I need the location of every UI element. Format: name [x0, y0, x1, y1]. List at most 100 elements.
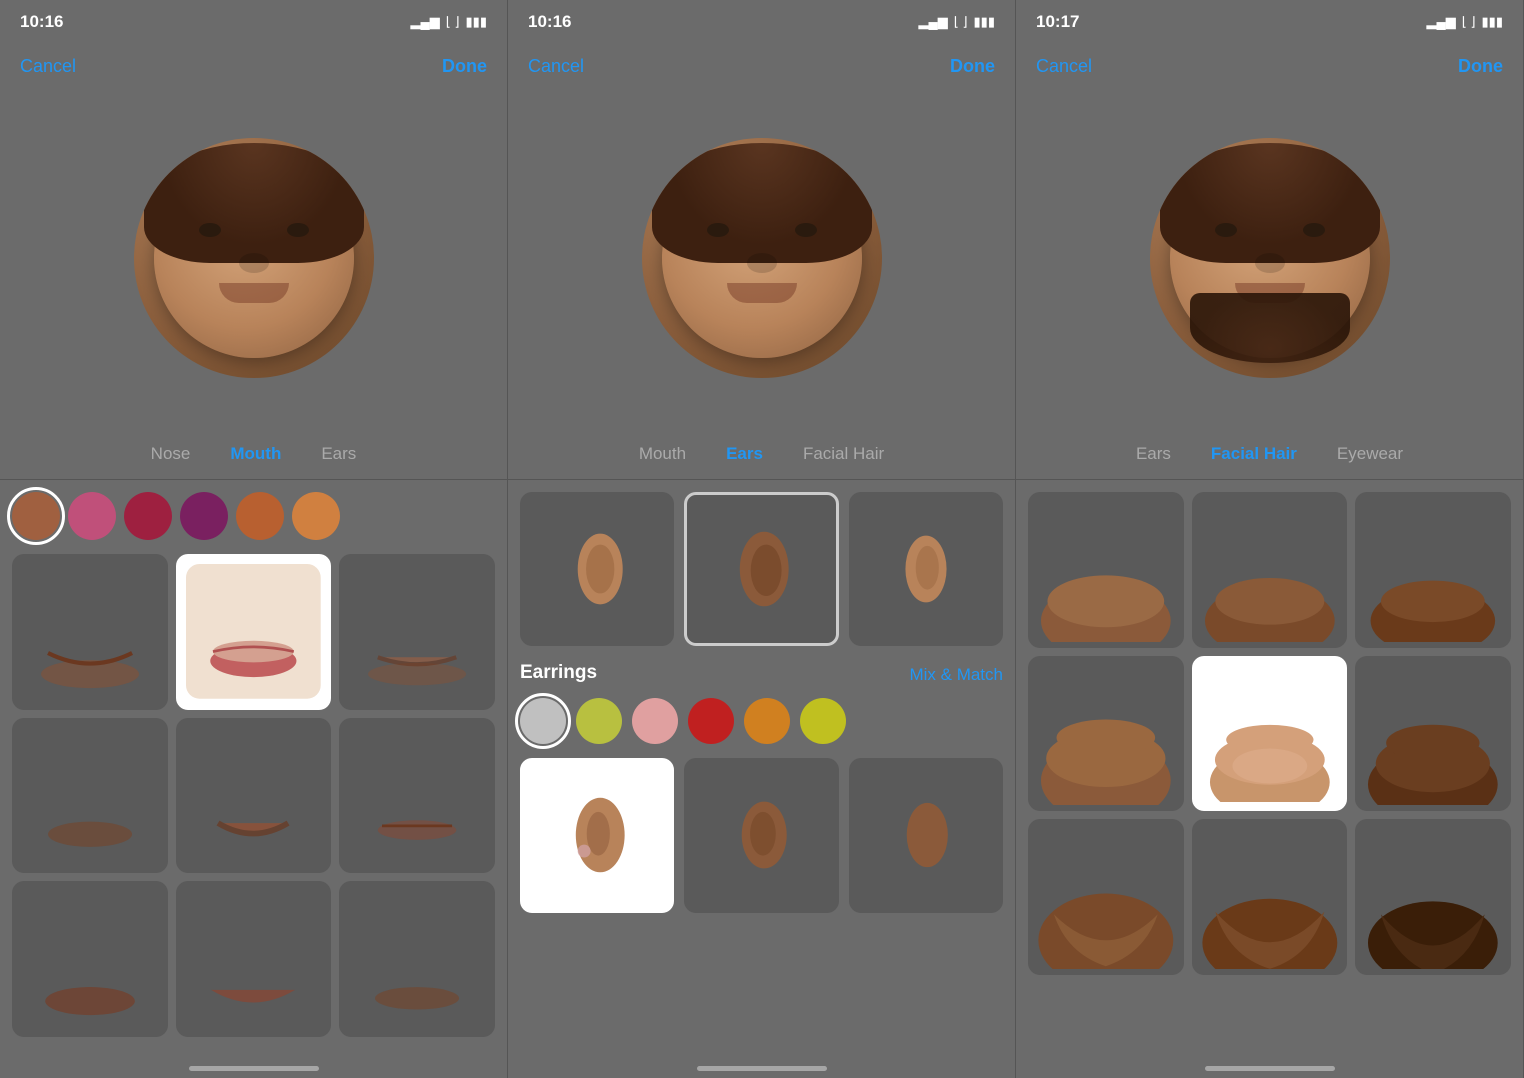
mouth-option-1[interactable] [176, 554, 332, 710]
eye-right-1 [287, 223, 309, 237]
cancel-button-2[interactable]: Cancel [528, 56, 584, 77]
tab-ears-3[interactable]: Ears [1116, 444, 1191, 464]
tab-facial-hair-3[interactable]: Facial Hair [1191, 444, 1317, 464]
panel-ears: 10:16 ▂▄▆ ⌊ ⌋ ▮▮▮ Cancel Done Mouth [508, 0, 1016, 1078]
face-2 [662, 158, 862, 358]
earrings-title: Earrings [520, 662, 597, 684]
tab-ears-1[interactable]: Ears [301, 444, 376, 464]
eye-left-1 [199, 223, 221, 237]
hair-1 [144, 143, 364, 263]
battery-icon-3: ▮▮▮ [1482, 14, 1503, 30]
color-row-1 [12, 492, 495, 540]
wifi-icon-1: ⌊ ⌋ [446, 14, 460, 30]
tab-mouth-2[interactable]: Mouth [619, 444, 706, 464]
earrings-header: Earrings Mix & Match [520, 662, 1003, 688]
earring-swatch-2[interactable] [632, 698, 678, 744]
tab-mouth-1[interactable]: Mouth [210, 444, 301, 464]
mouth-option-2[interactable] [339, 554, 495, 710]
beard-option-0[interactable] [1028, 492, 1184, 648]
eye-right-3 [1303, 223, 1325, 237]
status-icons-2: ▂▄▆ ⌊ ⌋ ▮▮▮ [919, 14, 995, 30]
beard-option-5[interactable] [1355, 656, 1511, 812]
mouth-option-0[interactable] [12, 554, 168, 710]
home-indicator-2 [508, 1058, 1015, 1078]
mouth-option-7[interactable] [176, 881, 332, 1037]
earring-option-0[interactable] [520, 758, 674, 912]
color-swatch-4[interactable] [236, 492, 284, 540]
home-indicator-1 [0, 1058, 507, 1078]
eyes-3 [1215, 223, 1325, 237]
color-swatch-5[interactable] [292, 492, 340, 540]
mix-match-button[interactable]: Mix & Match [909, 665, 1003, 685]
beard-option-1[interactable] [1192, 492, 1348, 648]
nav-bar-1: Cancel Done [0, 44, 507, 88]
content-area-2: Earrings Mix & Match [508, 480, 1015, 1058]
signal-icon-2: ▂▄▆ [919, 14, 948, 30]
face-3 [1170, 158, 1370, 358]
beard-option-3[interactable] [1028, 656, 1184, 812]
done-button-1[interactable]: Done [442, 56, 487, 77]
hair-3 [1160, 143, 1380, 263]
avatar-area-3 [1016, 88, 1523, 428]
tab-nose-1[interactable]: Nose [131, 444, 211, 464]
beard-option-7[interactable] [1192, 819, 1348, 975]
done-button-3[interactable]: Done [1458, 56, 1503, 77]
earring-swatch-0[interactable] [520, 698, 566, 744]
earring-swatch-3[interactable] [688, 698, 734, 744]
mouth-option-3[interactable] [12, 718, 168, 874]
earring-swatch-4[interactable] [744, 698, 790, 744]
tab-ears-2[interactable]: Ears [706, 444, 783, 464]
mouth-option-6[interactable] [12, 881, 168, 1037]
eyes-2 [707, 223, 817, 237]
ear-option-1[interactable] [684, 492, 838, 646]
beard-option-6[interactable] [1028, 819, 1184, 975]
face-1 [154, 158, 354, 358]
beard-option-4[interactable] [1192, 656, 1348, 812]
eye-right-2 [795, 223, 817, 237]
eye-left-3 [1215, 223, 1237, 237]
eye-left-2 [707, 223, 729, 237]
signal-icon-1: ▂▄▆ [411, 14, 440, 30]
cancel-button-3[interactable]: Cancel [1036, 56, 1092, 77]
category-tabs-2: Mouth Ears Facial Hair [508, 428, 1015, 480]
mouth-option-4[interactable] [176, 718, 332, 874]
beard-display-3 [1190, 293, 1350, 363]
panel-facial-hair: 10:17 ▂▄▆ ⌊ ⌋ ▮▮▮ Cancel Done [1016, 0, 1524, 1078]
nav-bar-2: Cancel Done [508, 44, 1015, 88]
cancel-button-1[interactable]: Cancel [20, 56, 76, 77]
earring-option-2[interactable] [849, 758, 1003, 912]
nose-2 [747, 253, 777, 273]
content-area-3 [1016, 480, 1523, 1058]
avatar-3 [1150, 138, 1390, 378]
color-swatch-2[interactable] [124, 492, 172, 540]
home-bar-3 [1205, 1066, 1335, 1071]
earring-swatch-1[interactable] [576, 698, 622, 744]
category-tabs-1: Nose Mouth Ears [0, 428, 507, 480]
ear-options-grid [520, 492, 1003, 646]
avatar-area-1 [0, 88, 507, 428]
tab-facial-hair-2[interactable]: Facial Hair [783, 444, 904, 464]
color-swatch-3[interactable] [180, 492, 228, 540]
earring-option-1[interactable] [684, 758, 838, 912]
nose-1 [239, 253, 269, 273]
tab-eyewear-3[interactable]: Eyewear [1317, 444, 1423, 464]
eyes-1 [199, 223, 309, 237]
beard-option-8[interactable] [1355, 819, 1511, 975]
wifi-icon-3: ⌊ ⌋ [1462, 14, 1476, 30]
beard-option-2[interactable] [1355, 492, 1511, 648]
color-swatch-1[interactable] [68, 492, 116, 540]
earring-swatches [520, 698, 1003, 744]
beard-options-grid [1028, 492, 1511, 975]
status-icons-1: ▂▄▆ ⌊ ⌋ ▮▮▮ [411, 14, 487, 30]
earring-swatch-5[interactable] [800, 698, 846, 744]
earring-options-grid [520, 758, 1003, 912]
category-tabs-3: Ears Facial Hair Eyewear [1016, 428, 1523, 480]
color-swatch-0[interactable] [12, 492, 60, 540]
mouth-option-8[interactable] [339, 881, 495, 1037]
mouth-option-5[interactable] [339, 718, 495, 874]
home-indicator-3 [1016, 1058, 1523, 1078]
done-button-2[interactable]: Done [950, 56, 995, 77]
ear-option-0[interactable] [520, 492, 674, 646]
home-bar-2 [697, 1066, 827, 1071]
ear-option-2[interactable] [849, 492, 1003, 646]
